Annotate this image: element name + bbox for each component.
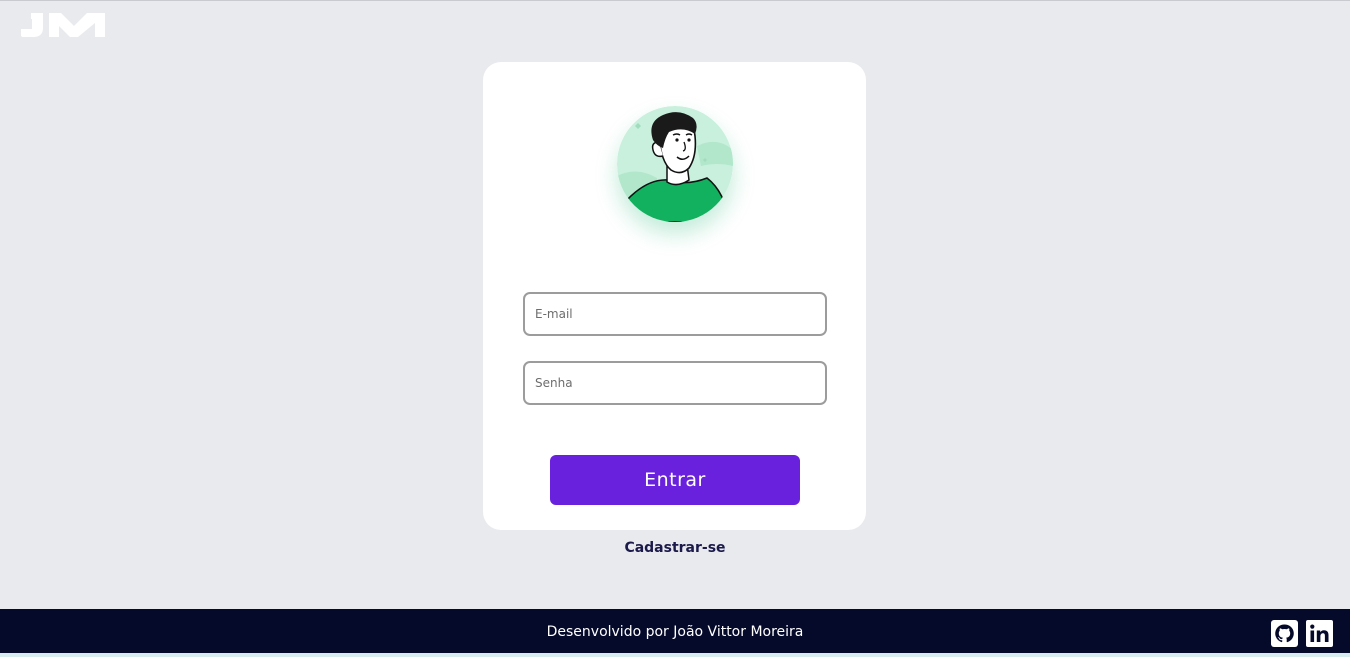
- github-icon[interactable]: [1271, 620, 1298, 647]
- brand-logo[interactable]: [21, 13, 105, 37]
- user-avatar: [617, 106, 733, 222]
- signup-link[interactable]: Cadastrar-se: [575, 540, 775, 556]
- top-border: [0, 0, 1350, 1]
- linkedin-icon[interactable]: [1306, 620, 1333, 647]
- avatar-illustration: [617, 106, 733, 222]
- login-button[interactable]: Entrar: [550, 455, 800, 505]
- password-field[interactable]: [523, 361, 827, 405]
- login-card: Entrar: [483, 62, 866, 530]
- footer-credit: Desenvolvido por João Vittor Moreira: [546, 624, 804, 640]
- bottom-strip: [0, 653, 1350, 657]
- email-field[interactable]: [523, 292, 827, 336]
- brand-logo-mark: [21, 13, 105, 37]
- footer: Desenvolvido por João Vittor Moreira: [0, 609, 1350, 657]
